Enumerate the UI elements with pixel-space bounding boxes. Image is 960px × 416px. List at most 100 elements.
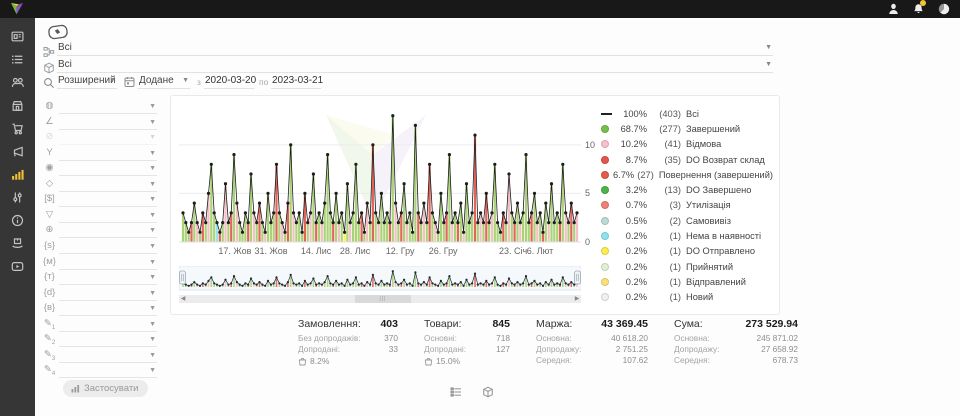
filter-row-custom-field-1[interactable]: ✎1▼ <box>43 318 157 332</box>
navigator-handle-right[interactable] <box>575 271 581 284</box>
filter-row-money[interactable]: [$]▼ <box>43 193 157 207</box>
x-tick-label: 23. Січ <box>499 246 527 256</box>
legend-swatch <box>601 293 609 301</box>
legend-item[interactable]: 68.7%(277)Завершений <box>601 121 773 136</box>
legend-pct: 0.2% <box>613 277 647 287</box>
date-from-input[interactable]: 2020-03-20 <box>204 74 254 89</box>
legend-item[interactable]: 100%(403)Всі <box>601 106 773 121</box>
scroll-right-icon[interactable]: ▶ <box>573 295 581 303</box>
chevron-down-icon: ▼ <box>149 134 156 141</box>
stat-column: Замовлення:403Без допродажів:370Допродан… <box>298 318 398 366</box>
stat-value: 43 369.45 <box>601 318 648 330</box>
legend-item[interactable]: 8.7%(35)DO Возврат склад <box>601 152 773 167</box>
legend-item[interactable]: 10.2%(41)Відмова <box>601 137 773 152</box>
legend-item[interactable]: 0.2%(1)Прийнятий <box>601 259 773 274</box>
sidebar-item-customers-icon[interactable] <box>11 75 25 89</box>
sidebar-item-video-tutorials-icon[interactable] <box>11 259 25 273</box>
filter-dropdown[interactable]: ▼ <box>59 224 157 238</box>
filter-dropdown[interactable]: ▼ <box>59 318 157 332</box>
product-filter-value: Всі <box>58 59 72 70</box>
filter-row-custom-field-3[interactable]: ✎3▼ <box>43 349 157 363</box>
user-icon[interactable] <box>888 2 899 20</box>
sidebar-item-analytics-bars-icon[interactable] <box>11 167 25 181</box>
package-view-icon[interactable] <box>482 385 494 403</box>
navigator-handle-left[interactable] <box>180 271 186 284</box>
legend-item[interactable]: 0.2%(1)DO Отправлено <box>601 244 773 259</box>
sidebar-item-megaphone-icon[interactable] <box>11 144 25 158</box>
source-t-icon: {т} <box>43 271 56 282</box>
legend-item[interactable]: 6.7%(27)Повернення (завершений) <box>601 167 773 182</box>
filter-row-source-d[interactable]: {d}▼ <box>43 287 157 301</box>
filter-row-source-s[interactable]: {s}▼ <box>43 240 157 254</box>
sidebar-item-info-icon[interactable] <box>11 213 25 227</box>
avatar-icon[interactable] <box>938 2 950 20</box>
filter-row-source-b[interactable]: {в}▼ <box>43 302 157 316</box>
search-mode-select[interactable]: Розширений ▼ <box>57 74 117 89</box>
filter-dropdown[interactable]: ▼ <box>59 333 157 347</box>
filter-dropdown[interactable]: ▼ <box>59 240 157 254</box>
product-filter-field[interactable]: Всі ▼ <box>57 58 773 73</box>
date-to-input[interactable]: 2023-03-21 <box>271 74 321 89</box>
filter-dropdown[interactable]: ▼ <box>59 302 157 316</box>
scroll-left-icon[interactable]: ◀ <box>179 295 187 303</box>
globe-icon: ⊕ <box>43 224 56 235</box>
filter-dropdown[interactable]: ▼ <box>59 349 157 363</box>
legend-item[interactable]: 0.7%(3)Утилізація <box>601 198 773 213</box>
legend-swatch <box>601 171 609 179</box>
filter-dropdown[interactable]: ▼ <box>59 193 157 207</box>
date-from-label: з <box>197 77 201 87</box>
filter-row-package[interactable]: ◇▼ <box>43 178 157 192</box>
chart-navigator[interactable] <box>179 266 581 292</box>
money-icon: [$] <box>43 193 56 204</box>
filter-dropdown[interactable]: ▼ <box>59 116 157 130</box>
filter-row-globe-filled[interactable]: ◍▼ <box>43 100 157 114</box>
navigator-scrollbar[interactable]: ◀ ||| ▶ <box>179 295 581 303</box>
filter-dropdown[interactable]: ▼ <box>59 162 157 176</box>
filter-row-custom-field-4[interactable]: ✎4▼ <box>43 364 157 378</box>
filter-dropdown[interactable]: ▼ <box>59 287 157 301</box>
sidebar-item-package-hand-icon[interactable] <box>11 236 25 250</box>
filter-dropdown[interactable]: ▼ <box>59 100 157 114</box>
filter-row-funnel[interactable]: ▽▼ <box>43 209 157 223</box>
sidebar-item-dashboard-icon[interactable] <box>11 29 25 43</box>
filter-row-source-t[interactable]: {т}▼ <box>43 271 157 285</box>
legend-item[interactable]: 0.5%(2)Самовивіз <box>601 213 773 228</box>
sidebar-item-store-icon[interactable] <box>11 98 25 112</box>
sidebar-item-cart-icon[interactable] <box>11 121 25 135</box>
y-tick-label: 10 <box>585 140 595 150</box>
source-b-icon: {в} <box>43 302 56 313</box>
filter-dropdown[interactable]: ▼ <box>59 364 157 378</box>
sidebar-item-orders-list-icon[interactable] <box>11 52 25 66</box>
sidebar-item-settings-sliders-icon[interactable] <box>11 190 25 204</box>
filter-dropdown[interactable]: ▼ <box>59 209 157 223</box>
apply-button[interactable]: Застосувати <box>63 380 148 397</box>
legend-item[interactable]: 0.2%(1)Нема в наявності <box>601 228 773 243</box>
filter-dropdown[interactable]: ▼ <box>59 131 157 145</box>
stat-subrow: Допродані:127 <box>424 344 510 355</box>
filter-dropdown[interactable]: ▼ <box>59 271 157 285</box>
table-view-icon[interactable] <box>450 385 462 403</box>
orders-chart-panel: 0510 17. Жов31. Жов14. Лис28. Лис12. Гру… <box>170 95 780 315</box>
scrollbar-thumb[interactable]: ||| <box>355 295 411 303</box>
filter-row-disabled-filter[interactable]: ⊘▼ <box>43 131 157 145</box>
x-tick-label: 17. Жов <box>218 246 251 256</box>
notifications-bell-icon[interactable] <box>913 2 924 20</box>
filter-dropdown[interactable]: ▼ <box>59 178 157 192</box>
filter-row-custom-field-2[interactable]: ✎2▼ <box>43 333 157 347</box>
bag-icon <box>298 357 307 366</box>
filter-row-hierarchy[interactable]: Y▼ <box>43 147 157 161</box>
legend-item[interactable]: 0.2%(1)Відправлений <box>601 274 773 289</box>
filter-row-globe[interactable]: ⊕▼ <box>43 224 157 238</box>
filter-row-source-m[interactable]: {м}▼ <box>43 256 157 270</box>
stat-subrow: Допродані:33 <box>298 344 398 355</box>
filter-dropdown[interactable]: ▼ <box>59 147 157 161</box>
orders-main-chart[interactable] <box>179 106 581 246</box>
legend-item[interactable]: 3.2%(13)DO Завершено <box>601 182 773 197</box>
date-field-select[interactable]: Додане ▼ <box>138 74 190 89</box>
filter-dropdown[interactable]: ▼ <box>59 256 157 270</box>
filter-row-trend[interactable]: ∠▼ <box>43 116 157 130</box>
legend-item[interactable]: 0.2%(1)Новий <box>601 290 773 305</box>
topbar-actions <box>888 2 950 20</box>
status-filter-field[interactable]: Всі ▼ <box>57 41 773 56</box>
filter-row-fingerprint[interactable]: ◉▼ <box>43 162 157 176</box>
